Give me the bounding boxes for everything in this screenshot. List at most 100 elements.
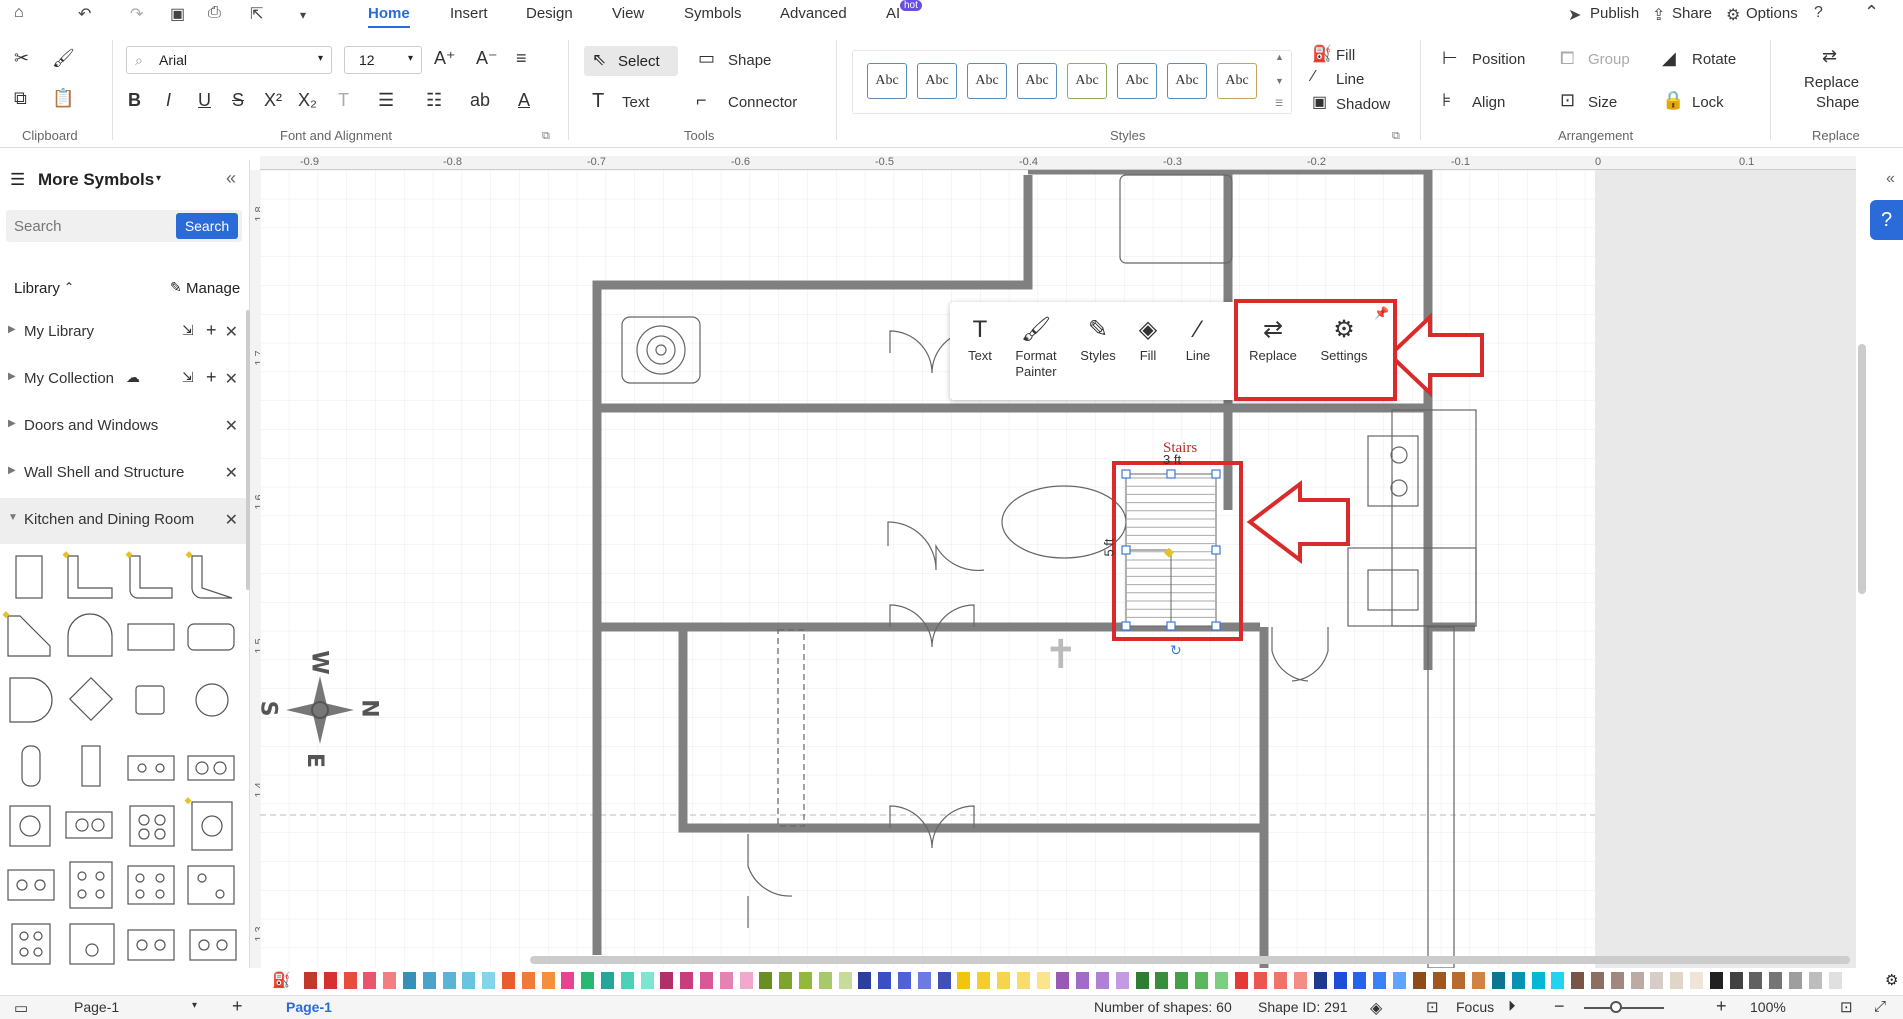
six-burner-2-shape[interactable] <box>127 865 175 905</box>
zoom-out-icon[interactable]: − <box>1554 996 1565 1017</box>
color-swatch[interactable] <box>1729 972 1743 989</box>
range-hood-shape[interactable] <box>127 929 175 961</box>
align-button[interactable]: Align <box>1472 94 1505 111</box>
color-swatch[interactable] <box>1650 972 1664 989</box>
float-styles-button[interactable]: ✎ Styles <box>1070 312 1126 363</box>
group-button[interactable]: Group <box>1588 51 1630 68</box>
increase-font-icon[interactable]: A⁺ <box>434 48 456 69</box>
font-color-icon[interactable]: A <box>518 90 530 111</box>
color-swatch[interactable] <box>1056 972 1070 989</box>
rotate-handle-icon[interactable]: ↻ <box>1170 643 1182 659</box>
tab-insert[interactable]: Insert <box>450 5 488 22</box>
cooker-shape[interactable] <box>11 923 51 965</box>
layers-icon[interactable]: ◈ <box>1370 998 1382 1018</box>
close-icon[interactable]: ✕ <box>225 369 238 389</box>
style-swatch[interactable]: Abc <box>1017 63 1057 99</box>
color-swatch[interactable] <box>779 972 793 989</box>
color-swatch[interactable] <box>323 972 337 989</box>
color-swatch[interactable] <box>462 972 476 989</box>
page-tab[interactable]: Page-1 <box>286 999 332 1015</box>
color-swatch[interactable] <box>1234 972 1248 989</box>
range-shape[interactable] <box>129 805 175 847</box>
counter-angled-shape[interactable] <box>7 615 51 657</box>
color-swatch[interactable] <box>502 972 515 989</box>
tab-symbols[interactable]: Symbols <box>684 5 742 22</box>
square-dining-shape[interactable] <box>135 685 165 715</box>
color-swatch[interactable] <box>1591 972 1604 989</box>
square-table-shape[interactable] <box>68 676 114 722</box>
arch-shape[interactable] <box>67 613 113 657</box>
align-icon[interactable]: ≡ <box>516 48 527 69</box>
color-swatch[interactable] <box>1016 972 1030 989</box>
search-input[interactable] <box>6 210 174 242</box>
font-family-select[interactable]: ⌕ Arial ▾ <box>126 46 332 74</box>
counter-straight-shape[interactable] <box>15 555 43 599</box>
paste-icon[interactable]: 📋 <box>52 88 74 109</box>
color-swatch[interactable] <box>541 972 555 989</box>
four-burner-shape[interactable] <box>187 865 235 905</box>
color-swatch[interactable] <box>878 972 892 989</box>
grill-shape[interactable] <box>7 869 55 901</box>
sidebar-item-my-library[interactable]: ▶ My Library ⇲ + ✕ <box>0 310 250 356</box>
color-swatch[interactable] <box>1432 972 1446 989</box>
color-swatch[interactable] <box>1551 972 1565 989</box>
share-button[interactable]: Share <box>1672 5 1712 22</box>
style-swatch[interactable]: Abc <box>917 63 957 99</box>
color-swatch[interactable] <box>1571 972 1585 989</box>
undo-icon[interactable]: ↶ <box>78 4 91 24</box>
add-icon[interactable]: + <box>206 367 217 388</box>
chevron-up-icon[interactable]: ▲ <box>1275 52 1284 62</box>
cut-icon[interactable]: ✂ <box>14 48 29 69</box>
close-icon[interactable]: ✕ <box>225 416 238 436</box>
color-swatch[interactable] <box>898 972 911 989</box>
shadow-button[interactable]: Shadow <box>1336 96 1390 113</box>
chevron-down-icon[interactable]: ▼ <box>1275 76 1284 86</box>
color-swatch[interactable] <box>383 972 397 989</box>
rounded-table-shape[interactable] <box>187 623 235 651</box>
sidebar-item-kitchen-dining[interactable]: ▼ Kitchen and Dining Room ✕ <box>0 498 250 544</box>
color-swatch[interactable] <box>1214 972 1228 989</box>
float-fill-button[interactable]: ◈ Fill <box>1120 312 1176 363</box>
color-swatch[interactable] <box>363 972 377 989</box>
redo-icon[interactable]: ↷ <box>130 4 143 24</box>
bold-icon[interactable]: B <box>128 90 141 111</box>
float-line-button[interactable]: ⁄ Line <box>1170 312 1226 363</box>
expand-panel-icon[interactable]: « <box>1886 170 1895 188</box>
color-swatch[interactable] <box>1115 972 1129 989</box>
color-swatch[interactable] <box>1789 972 1802 989</box>
color-swatch[interactable] <box>1690 972 1703 989</box>
manage-button[interactable]: Manage <box>186 280 240 297</box>
color-swatch[interactable] <box>1076 972 1090 989</box>
expand-gallery-icon[interactable]: ☰ <box>1275 98 1283 109</box>
color-swatch[interactable] <box>1195 972 1208 989</box>
color-swatch[interactable] <box>1313 972 1327 989</box>
color-swatch[interactable] <box>1254 972 1268 989</box>
add-icon[interactable]: + <box>206 320 217 341</box>
expand-icon[interactable]: ⧉ <box>542 130 550 143</box>
color-swatch[interactable] <box>1274 972 1288 989</box>
color-swatch[interactable] <box>1096 972 1109 989</box>
close-icon[interactable]: ✕ <box>225 463 238 483</box>
vertical-scrollbar[interactable] <box>1858 344 1866 594</box>
color-swatch[interactable] <box>343 972 357 989</box>
font-size-select[interactable]: 12 ▾ <box>344 46 422 74</box>
fill-bucket-icon[interactable]: ⛽ <box>272 971 291 989</box>
color-swatch[interactable] <box>1175 972 1189 989</box>
color-swatch[interactable] <box>1492 972 1505 989</box>
color-swatch[interactable] <box>442 972 456 989</box>
select-button[interactable]: ⇖ Select <box>584 46 678 76</box>
more-icon[interactable]: ▾ <box>300 8 306 22</box>
oval-dining-shape[interactable] <box>21 745 41 787</box>
size-button[interactable]: Size <box>1588 94 1617 111</box>
text-direction-icon[interactable]: ab <box>470 90 490 111</box>
library-label[interactable]: Library <box>14 280 60 297</box>
shape-button[interactable]: Shape <box>728 52 771 69</box>
palette-settings-icon[interactable]: ⚙ <box>1885 971 1898 989</box>
color-swatch[interactable] <box>937 972 951 989</box>
close-icon[interactable]: ✕ <box>225 510 238 530</box>
drawing-canvas[interactable]: ↻ Stairs 3 ft 5 ft W E N S ✝ <box>260 170 1856 968</box>
color-swatch[interactable] <box>422 972 436 989</box>
color-swatch[interactable] <box>858 972 872 989</box>
color-swatch[interactable] <box>739 972 753 989</box>
color-swatch[interactable] <box>1333 972 1347 989</box>
